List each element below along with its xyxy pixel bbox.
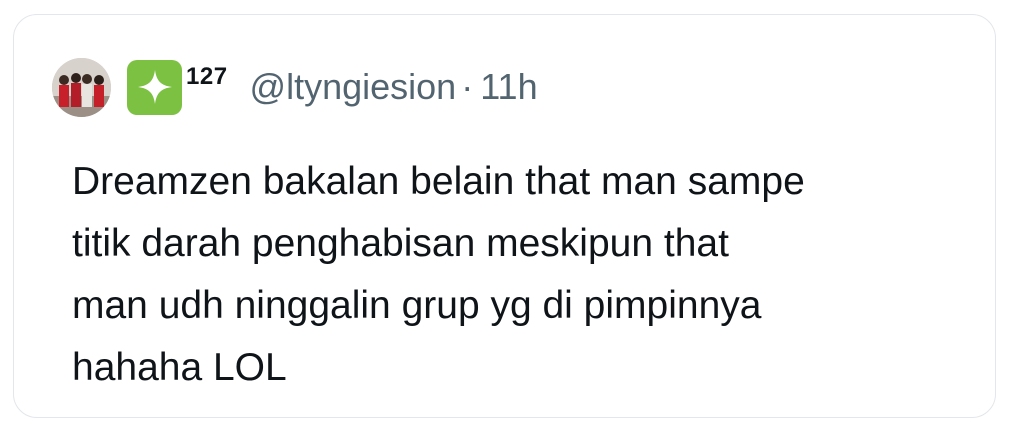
avatar[interactable] bbox=[52, 57, 111, 117]
sparkle-icon bbox=[137, 70, 172, 104]
sparkle-badge bbox=[127, 59, 182, 115]
badge-count: 127 bbox=[186, 63, 228, 90]
post-text-line: man udh ninggalin grup yg di pimpinnya bbox=[72, 284, 762, 327]
post-time[interactable]: 11h bbox=[480, 66, 537, 108]
post-text-line: titik darah penghabisan meskipun that bbox=[72, 222, 729, 265]
separator-dot: · bbox=[461, 66, 474, 107]
post-text-line: hahaha LOL bbox=[72, 346, 287, 389]
user-handle[interactable]: @ltyngiesion bbox=[250, 66, 457, 108]
post-text: Dreamzen bakalan belain that man sampe t… bbox=[72, 151, 992, 399]
group-photo-avatar-icon bbox=[52, 57, 111, 117]
post-header: 127 @ltyngiesion · 11h bbox=[52, 57, 538, 117]
post-text-line: Dreamzen bakalan belain that man sampe bbox=[72, 160, 805, 203]
post-card[interactable]: 127 @ltyngiesion · 11h Dreamzen bakalan … bbox=[13, 14, 996, 418]
